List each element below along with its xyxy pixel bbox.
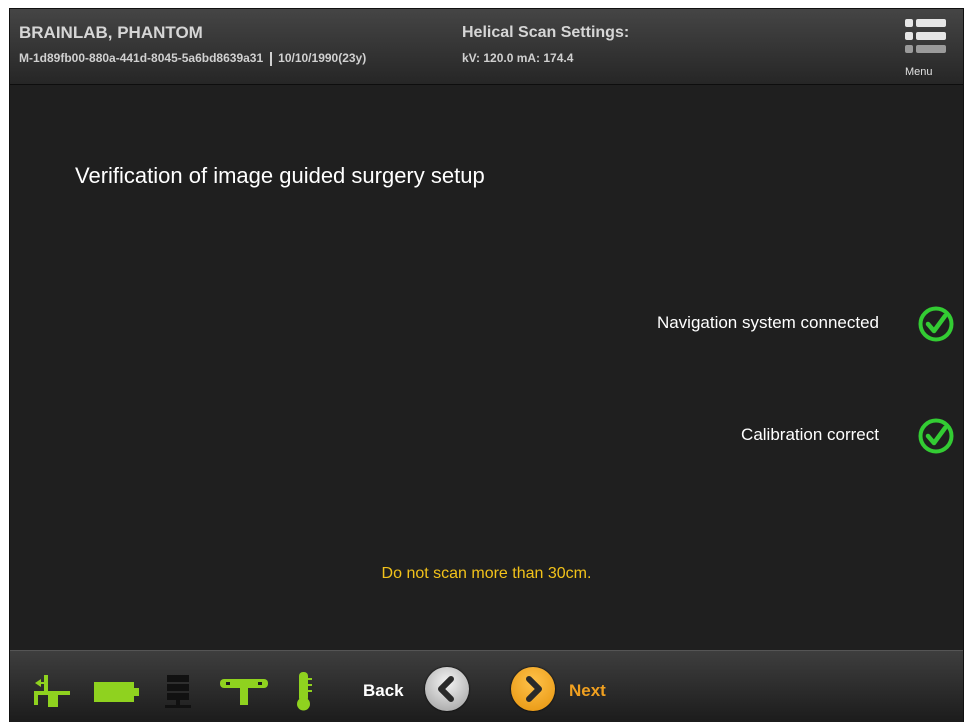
menu-label: Menu: [905, 66, 933, 78]
table-position-icon: [34, 675, 70, 707]
separator: [270, 51, 273, 66]
back-label[interactable]: Back: [363, 681, 404, 701]
app-window: BRAINLAB, PHANTOM M-1d89fb00-880a-441d-8…: [9, 8, 964, 722]
page-title: Verification of image guided surgery set…: [75, 163, 485, 188]
check-row-calibration: Calibration correct: [303, 417, 963, 457]
thermometer-icon: [297, 672, 312, 711]
gantry-icon: [220, 679, 268, 705]
warning-message: Do not scan more than 30cm.: [381, 565, 592, 582]
chevron-right-icon: [526, 676, 542, 702]
check-label: Calibration correct: [741, 425, 879, 444]
network-icon: [165, 675, 191, 708]
next-button[interactable]: [511, 667, 555, 711]
header-bar: BRAINLAB, PHANTOM M-1d89fb00-880a-441d-8…: [10, 9, 963, 85]
check-ok-icon: [918, 418, 954, 454]
scan-settings-title: Helical Scan Settings:: [462, 24, 630, 41]
patient-dob: 10/10/1990(23y): [278, 51, 367, 65]
check-row-navigation: Navigation system connected: [303, 305, 963, 345]
scan-settings-values: kV: 120.0 mA: 174.4: [462, 51, 574, 65]
check-ok-icon: [918, 306, 954, 342]
patient-name: BRAINLAB, PHANTOM: [19, 23, 203, 42]
footer-bar: Back Next: [10, 650, 963, 722]
next-label[interactable]: Next: [569, 681, 606, 701]
check-label: Navigation system connected: [656, 313, 879, 332]
battery-icon: [94, 682, 139, 702]
patient-info: M-1d89fb00-880a-441d-8045-5a6bd8639a31 10…: [19, 51, 366, 66]
back-button[interactable]: [425, 667, 469, 711]
patient-id: M-1d89fb00-880a-441d-8045-5a6bd8639a31: [19, 51, 264, 65]
menu-button[interactable]: Menu: [895, 15, 953, 78]
chevron-left-icon: [438, 676, 454, 702]
